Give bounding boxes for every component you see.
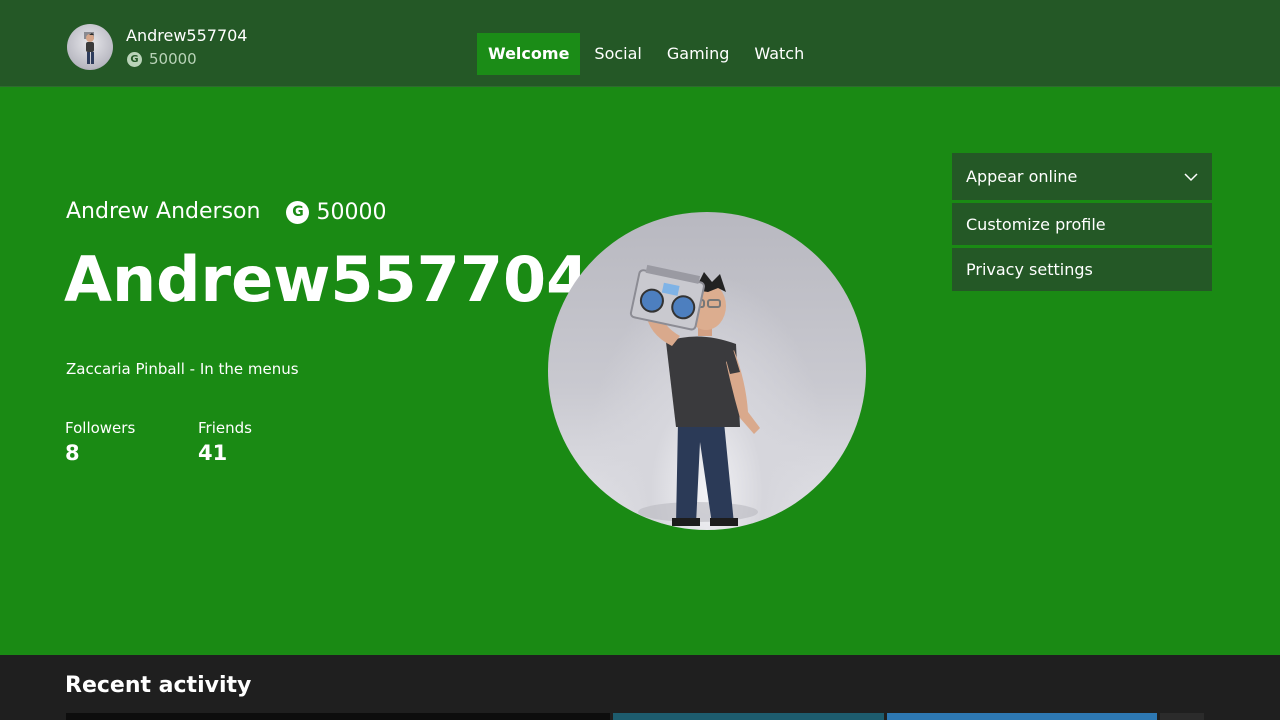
profile-gamertag: Andrew557704 — [64, 243, 590, 316]
appear-online-label: Appear online — [966, 167, 1078, 186]
activity-tile[interactable] — [66, 713, 610, 720]
top-bar: Andrew557704 G 50000 Welcome Social Gami… — [0, 0, 1280, 87]
profile-hero: Andrew Anderson G 50000 Andrew557704 Zac… — [0, 87, 1280, 655]
customize-profile-label: Customize profile — [966, 214, 1106, 234]
customize-profile-button[interactable]: Customize profile — [952, 203, 1212, 245]
main-nav: Welcome Social Gaming Watch — [477, 33, 818, 75]
tab-watch[interactable]: Watch — [743, 33, 815, 75]
tab-welcome[interactable]: Welcome — [477, 33, 581, 75]
presence-status: Zaccaria Pinball - In the menus — [66, 360, 299, 378]
activity-tile[interactable] — [1160, 713, 1204, 720]
gamerscore-icon: G — [127, 51, 142, 67]
friends-stat[interactable]: Friends 41 — [198, 418, 252, 468]
appear-online-dropdown[interactable]: Appear online — [952, 153, 1212, 200]
activity-tile[interactable] — [613, 713, 884, 720]
tab-gaming[interactable]: Gaming — [656, 33, 741, 75]
chevron-down-icon — [1184, 172, 1198, 181]
tab-social[interactable]: Social — [583, 33, 652, 75]
profile-actions-menu: Appear online Customize profile Privacy … — [952, 153, 1212, 294]
followers-count: 8 — [65, 441, 80, 465]
privacy-settings-label: Privacy settings — [966, 260, 1093, 279]
real-name: Andrew Anderson — [66, 199, 261, 224]
xbox-profile-screen: Andrew557704 G 50000 Welcome Social Gami… — [0, 0, 1280, 720]
hero-gamerscore: G 50000 — [286, 200, 386, 225]
friends-count: 41 — [198, 441, 228, 465]
gamerscore-icon: G — [286, 200, 310, 224]
profile-avatar-small[interactable] — [67, 24, 113, 70]
avatar-figure-icon — [629, 264, 760, 526]
followers-label: Followers — [65, 419, 136, 437]
top-gamertag: Andrew557704 — [126, 26, 248, 45]
privacy-settings-button[interactable]: Privacy settings — [952, 248, 1212, 291]
friends-label: Friends — [198, 419, 252, 437]
profile-avatar-large — [548, 212, 866, 530]
recent-activity-title: Recent activity — [65, 673, 252, 698]
activity-tile[interactable] — [887, 713, 1157, 720]
recent-activity-section: Recent activity — [0, 655, 1280, 720]
followers-stat[interactable]: Followers 8 — [65, 418, 135, 468]
real-name-row: Andrew Anderson G 50000 — [66, 198, 386, 226]
hero-gamerscore-value: 50000 — [316, 199, 387, 225]
top-gamerscore-value: 50000 — [149, 50, 197, 68]
top-gamerscore: G 50000 — [127, 50, 197, 68]
avatar-figure-icon — [84, 32, 94, 64]
